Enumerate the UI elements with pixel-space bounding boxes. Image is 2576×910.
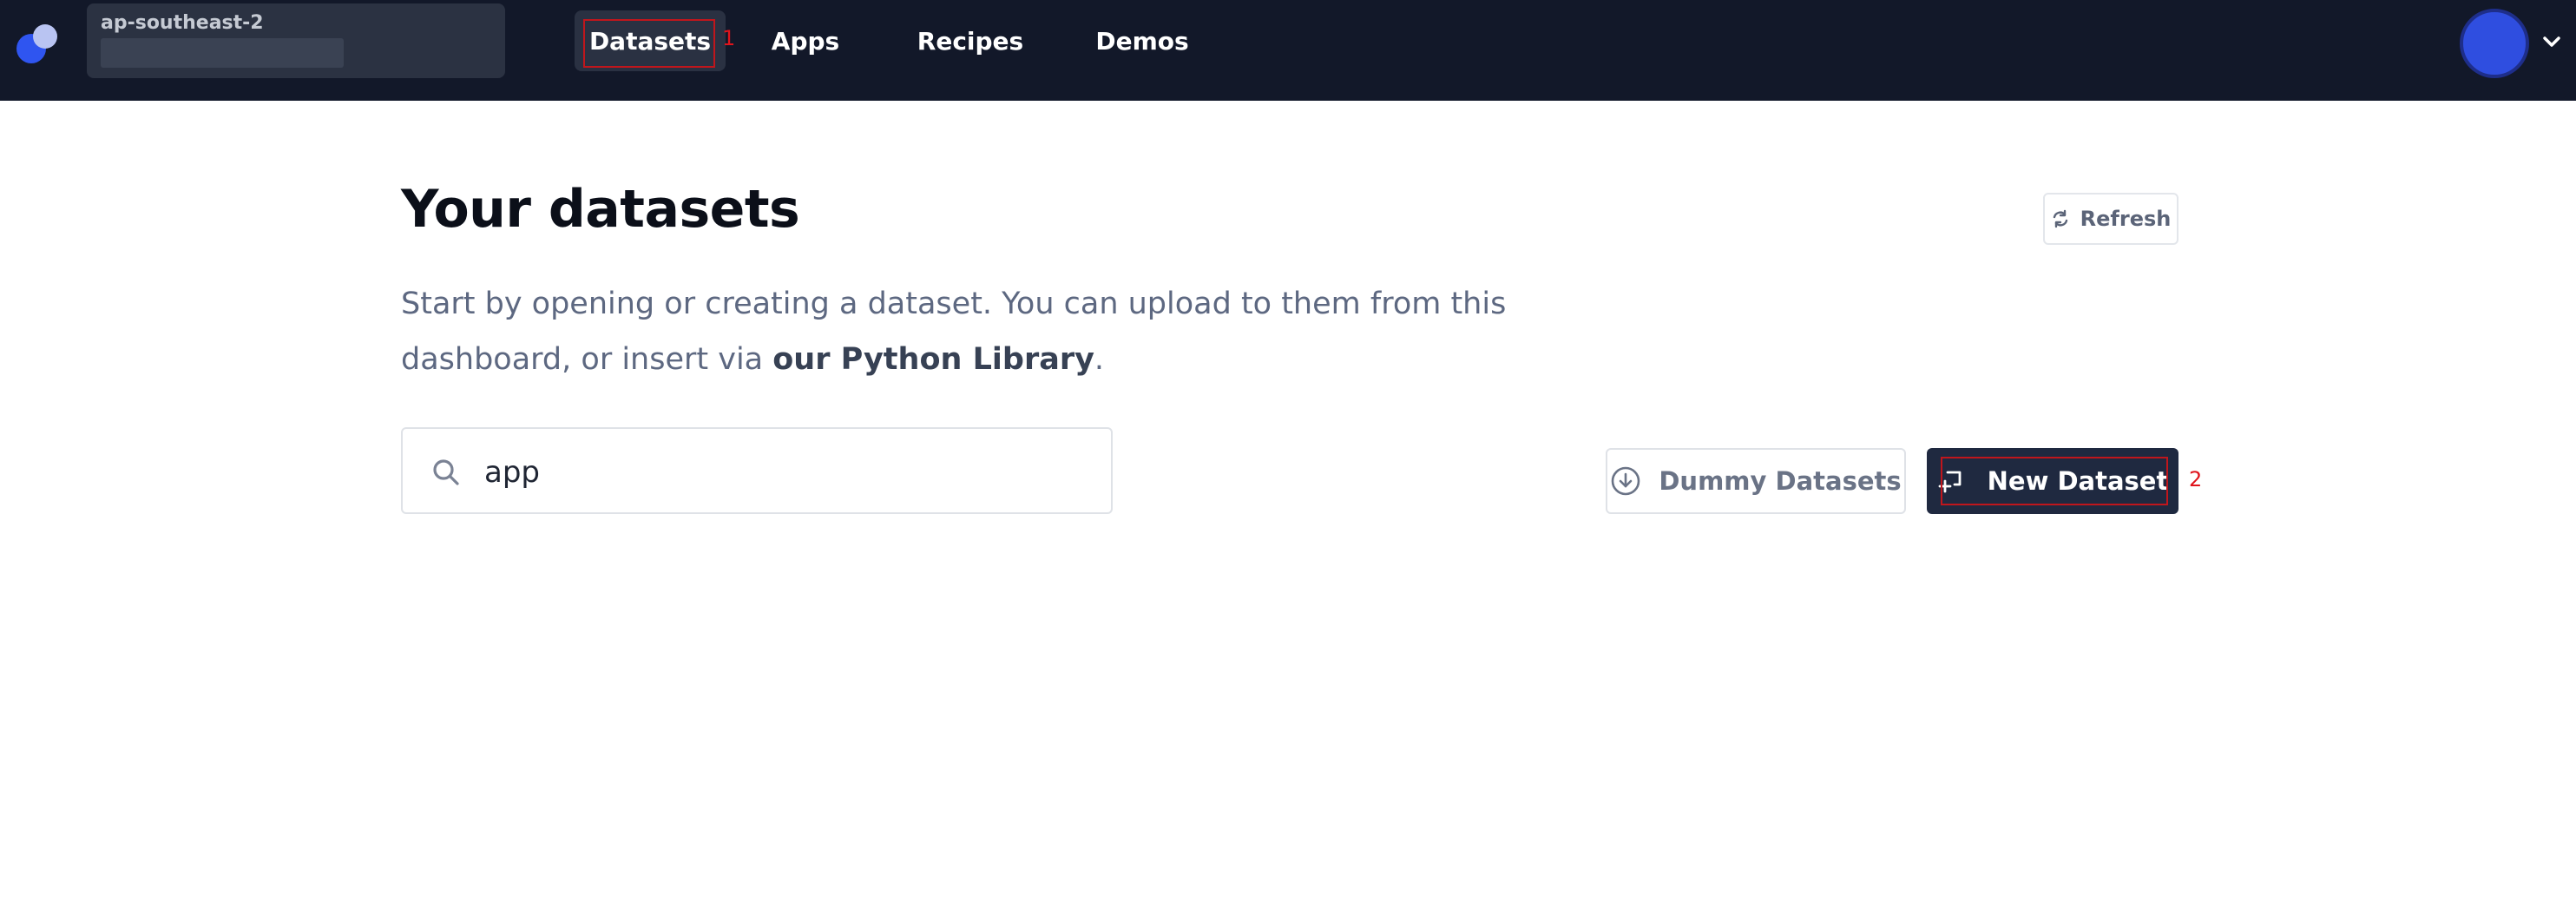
nav-item-recipes[interactable]: Recipes bbox=[901, 10, 1040, 71]
avatar[interactable] bbox=[2460, 9, 2529, 78]
search-icon bbox=[433, 459, 459, 485]
annotation-number-1: 1 bbox=[722, 26, 736, 50]
refresh-label: Refresh bbox=[2080, 207, 2172, 231]
refresh-button[interactable]: Refresh bbox=[2043, 193, 2178, 245]
refresh-icon bbox=[2053, 209, 2067, 228]
search-box[interactable] bbox=[401, 427, 1113, 514]
nav-item-datasets[interactable]: Datasets bbox=[575, 10, 726, 71]
nav-label: Datasets bbox=[588, 26, 712, 56]
new-dataset-icon bbox=[1938, 471, 1962, 493]
region-value-redacted bbox=[101, 38, 344, 68]
chevron-down-icon[interactable] bbox=[2541, 31, 2562, 52]
nav-label: Apps bbox=[771, 26, 840, 56]
intro-paragraph: Start by opening or creating a dataset. … bbox=[401, 276, 1529, 387]
new-dataset-button[interactable]: New Dataset bbox=[1927, 448, 2178, 514]
nav-item-apps[interactable]: Apps bbox=[766, 10, 845, 71]
python-library-link[interactable]: our Python Library bbox=[772, 342, 1094, 377]
intro-end: . bbox=[1094, 342, 1105, 377]
page-title: Your datasets bbox=[401, 179, 800, 240]
nav-label: Demos bbox=[1095, 26, 1189, 56]
nav-label: Recipes bbox=[917, 26, 1024, 56]
dummy-datasets-label: Dummy Datasets bbox=[1659, 466, 1902, 496]
logo-icon[interactable] bbox=[14, 19, 62, 68]
download-circle-icon bbox=[1612, 466, 1640, 496]
nav-item-demos[interactable]: Demos bbox=[1083, 10, 1201, 71]
annotation-number-2: 2 bbox=[2189, 467, 2203, 491]
search-input[interactable] bbox=[484, 446, 1092, 498]
dummy-datasets-button[interactable]: Dummy Datasets bbox=[1606, 448, 1906, 514]
region-label: ap-southeast-2 bbox=[101, 12, 264, 34]
new-dataset-label: New Dataset bbox=[1987, 466, 2169, 496]
region-selector[interactable]: ap-southeast-2 bbox=[87, 3, 505, 78]
top-navigation-bar: ap-southeast-2 Datasets Apps Recipes Dem… bbox=[0, 0, 2576, 101]
